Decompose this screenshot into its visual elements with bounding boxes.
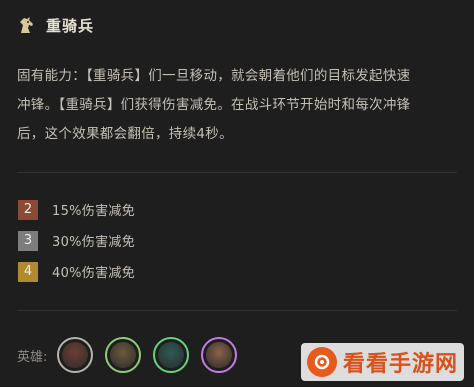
champion-portrait[interactable] <box>153 337 190 373</box>
description-line: 固有能力：【重骑兵】们一旦移动，就会朝着他们的目标发起快速 <box>17 68 411 84</box>
trait-title: 重骑兵 <box>46 16 95 35</box>
tier-row: 4 40%伤害减免 <box>18 261 135 282</box>
watermark-text: 看看手游网 <box>342 352 458 377</box>
divider <box>17 310 457 311</box>
tier-count-badge: 3 <box>18 230 38 251</box>
tier-count-badge: 2 <box>18 199 38 220</box>
champion-portrait[interactable] <box>57 337 94 373</box>
tier-row: 2 15%伤害减免 <box>18 199 135 220</box>
tier-count-badge: 4 <box>18 261 38 282</box>
trait-description: 固有能力：【重骑兵】们一旦移动，就会朝着他们的目标发起快速 冲锋。【重骑兵】们获… <box>17 62 457 149</box>
description-line: 后，这个效果都会翻倍，持续4秒。 <box>17 126 233 142</box>
tier-effect-text: 40%伤害减免 <box>52 266 135 281</box>
watermark-logo-icon <box>306 347 337 377</box>
tier-row: 3 30%伤害减免 <box>18 230 135 251</box>
tier-effect-text: 30%伤害减免 <box>52 235 135 250</box>
horse-head-icon <box>16 14 38 36</box>
tier-effect-text: 15%伤害减免 <box>52 204 135 219</box>
champion-portrait[interactable] <box>201 337 238 373</box>
tier-list: 2 15%伤害减免 3 30%伤害减免 4 40%伤害减免 <box>18 199 135 292</box>
site-watermark: 看看手游网 <box>300 343 464 381</box>
champions-label: 英雄: <box>17 349 48 365</box>
divider <box>17 172 457 173</box>
trait-tooltip-panel: 重骑兵 固有能力：【重骑兵】们一旦移动，就会朝着他们的目标发起快速 冲锋。【重骑… <box>0 0 474 387</box>
trait-header: 重骑兵 <box>16 10 94 40</box>
description-line: 冲锋。【重骑兵】们获得伤害减免。在战斗环节开始时和每次冲锋 <box>17 97 411 113</box>
champion-portrait[interactable] <box>105 337 142 373</box>
